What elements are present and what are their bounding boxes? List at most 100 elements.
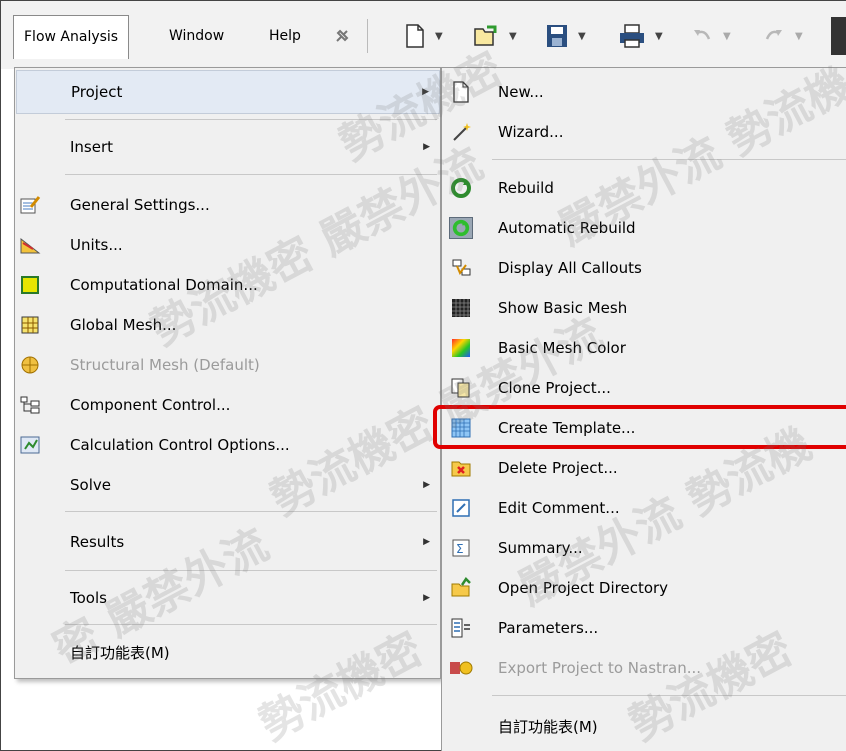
submenu-arrow-icon: ▶ xyxy=(423,142,430,152)
separator xyxy=(65,624,437,625)
submenu-arrow-icon: ▶ xyxy=(423,593,430,603)
new-icon xyxy=(449,81,473,103)
nastran-icon xyxy=(449,657,473,679)
menu-bar: Flow Analysis Window Help ▼ ▼ ▼ ▼ ▼ ▼ xyxy=(1,1,846,69)
separator xyxy=(492,159,846,160)
submenu-item-customize[interactable]: 自訂功能表(M) xyxy=(444,706,846,746)
menu-item-customize[interactable]: 自訂功能表(M) xyxy=(16,630,440,674)
menu-item-project[interactable]: Project ▶ xyxy=(16,70,440,114)
chevron-down-icon[interactable]: ▼ xyxy=(435,31,443,42)
component-control-icon xyxy=(19,395,41,415)
menu-help[interactable]: Help xyxy=(259,15,311,57)
pin-icon[interactable] xyxy=(331,25,353,47)
submenu-item-label: Edit Comment... xyxy=(498,499,620,517)
menu-item-label: 自訂功能表(M) xyxy=(70,643,170,662)
submenu-item-edit-comment[interactable]: Edit Comment... xyxy=(444,488,846,528)
open-button[interactable]: ▼ xyxy=(473,23,517,49)
separator xyxy=(65,119,437,120)
submenu-item-display-all-callouts[interactable]: Display All Callouts xyxy=(444,248,846,288)
submenu-item-label: Parameters... xyxy=(498,619,599,637)
calculation-control-icon xyxy=(19,435,41,455)
global-mesh-icon xyxy=(19,315,41,335)
menu-item-results[interactable]: Results ▶ xyxy=(16,520,440,564)
submenu-item-wizard[interactable]: Wizard... xyxy=(444,112,846,152)
submenu-item-label: Basic Mesh Color xyxy=(498,339,626,357)
submenu-item-label: Wizard... xyxy=(498,123,564,141)
mesh-color-icon xyxy=(449,337,473,359)
submenu-item-delete-project[interactable]: Delete Project... xyxy=(444,448,846,488)
submenu-item-label: Export Project to Nastran... xyxy=(498,659,702,677)
submenu-item-new[interactable]: New... xyxy=(444,72,846,112)
submenu-item-show-basic-mesh[interactable]: Show Basic Mesh xyxy=(444,288,846,328)
chevron-down-icon[interactable]: ▼ xyxy=(723,31,731,42)
submenu-item-summary[interactable]: Σ Summary... xyxy=(444,528,846,568)
menu-item-insert[interactable]: Insert ▶ xyxy=(16,125,440,169)
menu-item-label: Calculation Control Options... xyxy=(70,436,290,454)
submenu-item-label: Summary... xyxy=(498,539,583,557)
menu-item-label: Computational Domain... xyxy=(70,276,258,294)
automatic-rebuild-icon xyxy=(449,217,473,239)
new-document-button[interactable]: ▼ xyxy=(405,23,443,49)
open-directory-icon xyxy=(449,577,473,599)
submenu-item-export-nastran: Export Project to Nastran... xyxy=(444,648,846,688)
separator xyxy=(65,174,437,175)
clone-icon xyxy=(449,377,473,399)
menu-flow-analysis[interactable]: Flow Analysis xyxy=(13,15,130,59)
delete-icon xyxy=(449,457,473,479)
submenu-item-label: Show Basic Mesh xyxy=(498,299,628,317)
menu-item-label: Insert xyxy=(70,138,114,156)
submenu-item-label: 自訂功能表(M) xyxy=(498,717,598,736)
menu-item-solve[interactable]: Solve ▶ xyxy=(16,463,440,507)
submenu-arrow-icon: ▶ xyxy=(422,87,429,97)
new-document-icon xyxy=(405,23,425,49)
units-icon xyxy=(19,235,41,255)
save-button[interactable]: ▼ xyxy=(546,23,586,49)
highlight-box xyxy=(433,405,846,449)
submenu-item-label: Delete Project... xyxy=(498,459,618,477)
submenu-item-label: Display All Callouts xyxy=(498,259,642,277)
menu-window[interactable]: Window xyxy=(159,15,234,57)
computational-domain-icon xyxy=(19,275,41,295)
summary-icon: Σ xyxy=(449,537,473,559)
chevron-down-icon[interactable]: ▼ xyxy=(795,31,803,42)
menu-item-label: Tools xyxy=(70,589,107,607)
wizard-icon xyxy=(449,121,473,143)
submenu-item-label: New... xyxy=(498,83,544,101)
callouts-icon xyxy=(449,257,473,279)
parameters-icon xyxy=(449,617,473,639)
general-settings-icon xyxy=(19,195,41,215)
redo-button[interactable]: ▼ xyxy=(763,23,803,49)
chevron-down-icon[interactable]: ▼ xyxy=(509,31,517,42)
open-folder-icon xyxy=(473,23,499,49)
menu-item-calculation-control[interactable]: Calculation Control Options... xyxy=(16,423,440,467)
submenu-item-rebuild[interactable]: Rebuild xyxy=(444,168,846,208)
menu-item-units[interactable]: Units... xyxy=(16,223,440,267)
menu-item-global-mesh[interactable]: Global Mesh... xyxy=(16,303,440,347)
svg-text:Σ: Σ xyxy=(456,542,464,556)
submenu-arrow-icon: ▶ xyxy=(423,537,430,547)
menu-item-label: Component Control... xyxy=(70,396,231,414)
application-window: Flow Analysis Window Help ▼ ▼ ▼ ▼ ▼ ▼ Pr… xyxy=(0,0,846,751)
submenu-item-parameters[interactable]: Parameters... xyxy=(444,608,846,648)
separator xyxy=(65,511,437,512)
toolbar-separator xyxy=(367,19,368,53)
menu-item-component-control[interactable]: Component Control... xyxy=(16,383,440,427)
menu-item-label: Solve xyxy=(70,476,111,494)
submenu-item-open-project-directory[interactable]: Open Project Directory xyxy=(444,568,846,608)
menu-item-general-settings[interactable]: General Settings... xyxy=(16,183,440,227)
menu-item-computational-domain[interactable]: Computational Domain... xyxy=(16,263,440,307)
undo-icon xyxy=(691,25,713,47)
menu-item-tools[interactable]: Tools ▶ xyxy=(16,576,440,620)
submenu-arrow-icon: ▶ xyxy=(423,480,430,490)
chevron-down-icon[interactable]: ▼ xyxy=(655,31,663,42)
submenu-item-label: Automatic Rebuild xyxy=(498,219,636,237)
submenu-item-automatic-rebuild[interactable]: Automatic Rebuild xyxy=(444,208,846,248)
print-button[interactable]: ▼ xyxy=(619,23,663,49)
menu-item-label: Structural Mesh (Default) xyxy=(70,356,260,374)
submenu-item-label: Clone Project... xyxy=(498,379,611,397)
undo-button[interactable]: ▼ xyxy=(691,23,731,49)
submenu-item-clone-project[interactable]: Clone Project... xyxy=(444,368,846,408)
chevron-down-icon[interactable]: ▼ xyxy=(578,31,586,42)
submenu-item-basic-mesh-color[interactable]: Basic Mesh Color xyxy=(444,328,846,368)
redo-icon xyxy=(763,25,785,47)
